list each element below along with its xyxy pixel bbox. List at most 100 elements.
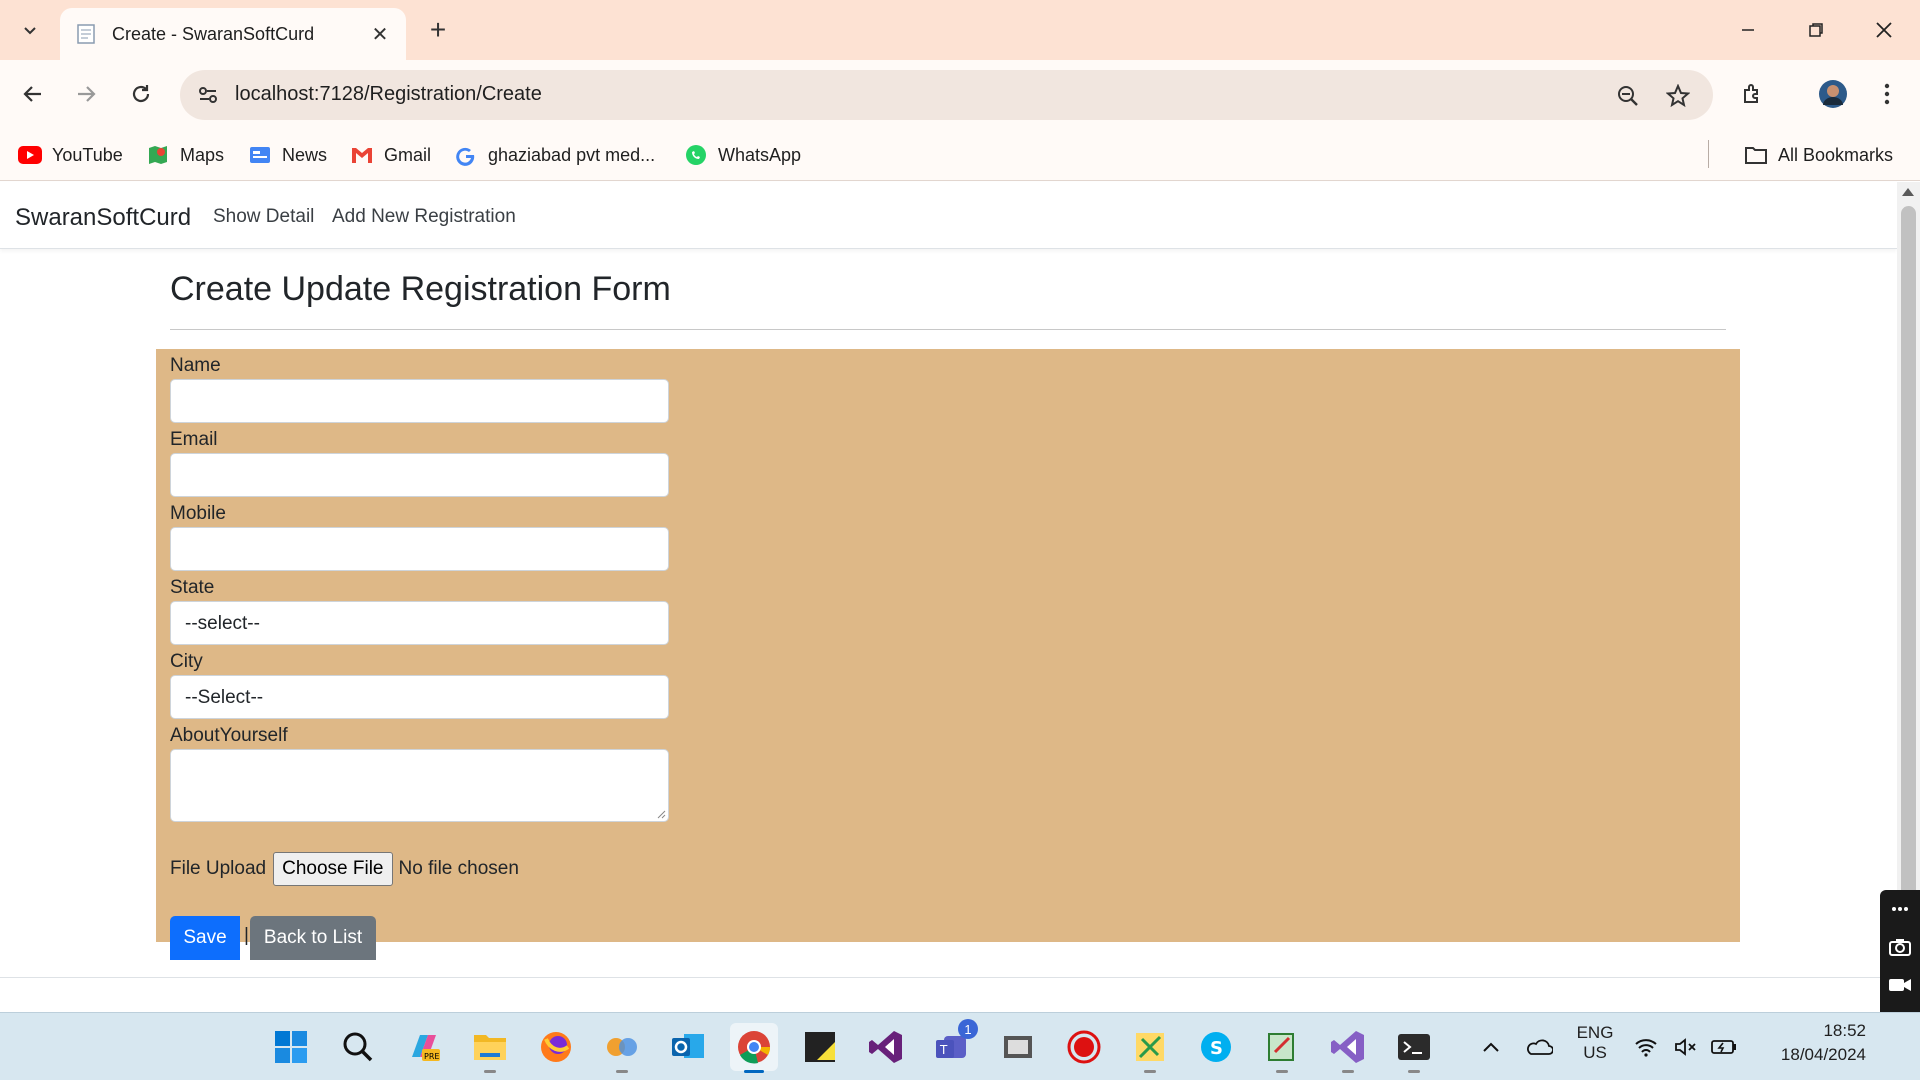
close-window-button[interactable] <box>1862 10 1906 50</box>
copilot-icon[interactable]: PRE <box>400 1023 448 1071</box>
teams-badge: 1 <box>958 1019 978 1039</box>
heading-divider <box>170 329 1726 330</box>
notepad-icon[interactable] <box>1258 1023 1306 1073</box>
bookmark-gmail[interactable]: Gmail <box>350 140 431 170</box>
page-title: Create Update Registration Form <box>170 270 671 308</box>
camera-icon[interactable] <box>1880 928 1920 966</box>
city-select-value: --Select-- <box>185 687 264 708</box>
chevron-down-icon <box>24 27 36 35</box>
scroll-up-icon[interactable] <box>1902 188 1914 196</box>
site-navbar: SwaranSoftCurd Show Detail Add New Regis… <box>0 182 1897 249</box>
scrollbar-thumb[interactable] <box>1901 206 1916 1006</box>
record-icon[interactable] <box>1060 1023 1108 1071</box>
browser-chrome: Create - SwaranSoftCurd ✕ + localhost:71… <box>0 0 1920 181</box>
puzzle-icon <box>1744 84 1758 103</box>
wifi-icon[interactable] <box>1628 1023 1664 1071</box>
battery-icon[interactable] <box>1706 1023 1742 1071</box>
search-icon[interactable] <box>334 1023 382 1071</box>
about-textarea[interactable] <box>170 749 669 822</box>
name-label: Name <box>170 355 221 376</box>
address-bar[interactable]: localhost:7128/Registration/Create <box>180 70 1713 120</box>
navbar-brand[interactable]: SwaranSoftCurd <box>15 204 191 232</box>
zoom-icon[interactable] <box>1613 81 1643 111</box>
state-select[interactable]: --select-- <box>170 601 669 645</box>
close-tab-icon[interactable]: ✕ <box>368 22 392 46</box>
avatar-icon <box>1819 80 1847 108</box>
all-bookmarks-button[interactable]: All Bookmarks <box>1744 140 1893 170</box>
youtube-icon <box>18 143 42 167</box>
tab-search-button[interactable] <box>12 12 48 48</box>
file-explorer-icon[interactable] <box>466 1023 514 1073</box>
bookmarks-bar: YouTube Maps News Gmail ghaziabad pvt me… <box>0 128 1920 181</box>
page-scrollbar[interactable] <box>1897 182 1920 1012</box>
language-indicator[interactable]: ENG US <box>1570 1023 1620 1063</box>
windows-start-icon[interactable] <box>267 1023 315 1071</box>
clock[interactable]: 18:52 18/04/2024 <box>1756 1021 1866 1065</box>
menu-button[interactable] <box>1867 74 1907 114</box>
back-button[interactable] <box>13 74 53 114</box>
outlook-icon[interactable] <box>664 1023 712 1071</box>
state-label: State <box>170 577 215 598</box>
running-indicator <box>484 1070 496 1073</box>
nav-link-show-detail[interactable]: Show Detail <box>213 206 314 228</box>
file-status: No file chosen <box>398 858 519 879</box>
tray-chevron-up-icon[interactable] <box>1466 1023 1516 1071</box>
city-select[interactable]: --Select-- <box>170 675 669 719</box>
google-icon <box>454 143 478 167</box>
bookmark-ghaziabad[interactable]: ghaziabad pvt med... <box>454 140 655 170</box>
extensions-button[interactable] <box>1733 74 1773 114</box>
browser-tab[interactable]: Create - SwaranSoftCurd ✕ <box>60 8 406 60</box>
app-icon[interactable] <box>598 1023 646 1073</box>
maps-icon <box>146 143 170 167</box>
email-label: Email <box>170 429 218 450</box>
save-button[interactable]: Save <box>170 916 240 960</box>
close-icon <box>1876 22 1892 38</box>
sticky-notes-icon[interactable] <box>796 1023 844 1071</box>
svg-text:PRE: PRE <box>424 1052 439 1061</box>
bookmark-news[interactable]: News <box>248 140 327 170</box>
url-text[interactable]: localhost:7128/Registration/Create <box>235 83 542 106</box>
minimize-button[interactable] <box>1726 10 1770 50</box>
video-icon[interactable] <box>1880 966 1920 1004</box>
visual-studio-2-icon[interactable] <box>1324 1023 1372 1073</box>
active-indicator <box>744 1070 764 1073</box>
forward-button[interactable] <box>66 74 106 114</box>
bookmark-maps[interactable]: Maps <box>146 140 224 170</box>
more-tools-icon[interactable] <box>1880 890 1920 928</box>
email-input[interactable] <box>170 453 669 497</box>
choose-file-button[interactable]: Choose File <box>273 852 393 886</box>
site-info-icon[interactable] <box>192 79 224 111</box>
web-page: SwaranSoftCurd Show Detail Add New Regis… <box>0 182 1897 1012</box>
bookmark-whatsapp[interactable]: WhatsApp <box>684 140 801 170</box>
bookmark-star-icon[interactable] <box>1663 81 1693 111</box>
paint-icon[interactable] <box>1126 1023 1174 1073</box>
back-to-list-button[interactable]: Back to List <box>250 916 376 960</box>
media-icon[interactable] <box>994 1023 1042 1071</box>
nav-link-add-registration[interactable]: Add New Registration <box>332 206 516 228</box>
restore-button[interactable] <box>1794 10 1838 50</box>
reload-button[interactable] <box>121 74 161 114</box>
state-select-value: --select-- <box>185 613 260 634</box>
firefox-icon[interactable] <box>532 1023 580 1071</box>
teams-icon[interactable]: T1 <box>928 1019 978 1071</box>
tab-strip: Create - SwaranSoftCurd ✕ + <box>0 0 1920 60</box>
restore-icon <box>1809 23 1823 37</box>
running-indicator <box>1342 1070 1354 1073</box>
new-tab-button[interactable]: + <box>420 12 456 48</box>
folder-icon <box>1744 143 1768 167</box>
volume-muted-icon[interactable] <box>1668 1023 1704 1071</box>
name-input[interactable] <box>170 379 669 423</box>
onedrive-icon[interactable] <box>1514 1023 1564 1071</box>
bookmark-youtube[interactable]: YouTube <box>18 140 123 170</box>
mobile-input[interactable] <box>170 527 669 571</box>
profile-avatar[interactable] <box>1813 74 1853 114</box>
language-code: ENG <box>1576 1023 1614 1042</box>
chrome-icon[interactable] <box>730 1023 778 1073</box>
clock-date: 18/04/2024 <box>1780 1045 1866 1064</box>
bookmark-label: Gmail <box>384 144 432 165</box>
terminal-icon[interactable] <box>1390 1023 1438 1073</box>
reload-icon <box>132 85 150 103</box>
visual-studio-icon[interactable] <box>862 1023 910 1071</box>
resize-grip-icon[interactable] <box>656 809 666 819</box>
skype-icon[interactable]: S <box>1192 1023 1240 1071</box>
